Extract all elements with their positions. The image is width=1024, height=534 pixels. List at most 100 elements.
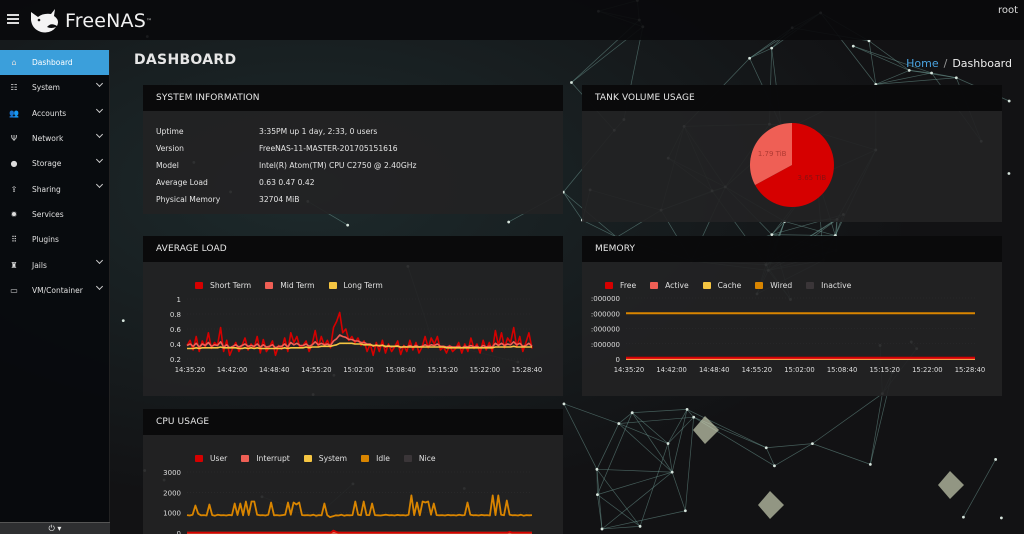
network-node [685,407,689,411]
info-label: Average Load [156,178,208,187]
network-node [638,524,642,528]
chart-legend: Free Active Cache Wired Inactive [605,281,865,290]
y-tick-label: 0 [616,356,620,364]
sidebar-item-label: Jails [32,260,47,270]
sidebar-item-system[interactable]: ☷ System [0,75,109,100]
legend-item[interactable]: System [303,454,348,463]
sliders-icon: ☷ [10,83,18,93]
legend-item[interactable]: Short Term [195,281,251,290]
y-tick-label: 1 [177,296,181,304]
chevron-down-icon[interactable] [95,181,104,189]
gear-icon: ✹ [10,209,18,219]
share-icon: ⇪ [10,184,18,194]
network-icon: Ψ [10,134,18,144]
y-tick-label: 2000 [163,489,181,497]
chevron-down-icon[interactable] [95,130,104,138]
sidebar-item-vm-container[interactable]: ▭ VM/Container [0,278,109,303]
network-node [617,422,621,425]
network-node [868,462,872,466]
card-title: AVERAGE LOAD [143,236,563,262]
legend-label: Cache [717,281,742,290]
x-tick-label: 15:08:40 [385,366,416,374]
sidebar-nav: ⌂ Dashboard ☷ System 👥 Accounts Ψ Network ● Stora… [0,50,109,303]
monitor-icon: ▭ [10,285,18,295]
chevron-down-icon[interactable] [95,257,104,265]
legend-label: Long Term [343,281,383,290]
series-line-user[interactable] [187,529,532,534]
sidebar-item-network[interactable]: Ψ Network [0,126,109,151]
chevron-down-icon[interactable] [95,156,104,164]
x-tick-label: 14:42:00 [217,366,248,374]
breadcrumb-separator: / [943,57,948,70]
legend-item[interactable]: Idle [361,454,390,463]
network-node [851,44,855,48]
series-line-idle[interactable] [186,494,533,518]
breadcrumb-home-link[interactable]: Home [906,57,938,70]
series-line-mid-term[interactable] [186,334,533,349]
pie-slice-label: 3.65 TiB [798,174,827,182]
power-icon: ⏻ ▾ [48,523,62,533]
legend-item[interactable]: Long Term [328,281,383,290]
y-tick-label: 0.8 [170,311,181,319]
network-node [346,223,350,227]
info-value: 0.63 0.47 0.42 [259,178,315,187]
sidebar-item-label: Network [32,134,64,144]
legend-label: System [318,454,348,463]
sidebar-item-dashboard[interactable]: ⌂ Dashboard [0,50,109,76]
freenas-logo[interactable]: FreeNAS ™ [29,8,152,34]
sidebar-item-services[interactable]: ✹ Services [0,202,109,227]
info-label: Version [156,144,184,153]
legend-item[interactable]: Cache [702,281,742,290]
logo-text: FreeNAS [65,10,146,32]
sidebar-item-storage[interactable]: ● Storage [0,151,109,176]
y-tick-label: :000000 [591,295,620,303]
home-icon: ⌂ [11,58,17,68]
legend-swatch [702,282,711,289]
sidebar-item-accounts[interactable]: 👥 Accounts [0,101,109,126]
menu-toggle-icon[interactable] [7,14,19,24]
sidebar-item-label: VM/Container [32,285,83,295]
sidebar-item-label: Sharing [32,184,61,194]
legend-item[interactable]: Active [650,281,689,290]
average-load-card: AVERAGE LOAD Short Term Mid Term Long Term… [143,236,563,396]
memory-line-chart: 0:000000:000000:000000:000000 14:35:20 14:… [591,295,985,374]
x-tick-label: 15:22:00 [912,366,943,374]
system-info-table: Uptime 3:35PM up 1 day, 2:33, 0 users Vers… [156,123,563,208]
x-tick-label: 14:42:00 [656,366,687,374]
info-value: Intel(R) Atom(TM) CPU C2750 @ 2.40GHz [259,161,417,170]
y-tick-label: 0.4 [170,341,182,349]
legend-label: Inactive [821,281,852,290]
legend-label: Free [620,281,637,290]
chevron-down-icon[interactable] [95,105,104,113]
legend-swatch [605,282,613,289]
legend-item[interactable]: Interrupt [241,454,290,463]
sidebar-item-plugins[interactable]: ⠿ Plugins [0,227,109,252]
y-tick-label: :000000 [591,341,620,349]
x-tick-label: 14:55:20 [742,366,773,374]
legend-label: Short Term [210,281,252,290]
sidebar-item-jails[interactable]: ♜ Jails [0,252,109,277]
legend-swatch [403,455,412,462]
legend-item[interactable]: Mid Term [265,281,315,290]
legend-item[interactable]: Nice [403,454,436,463]
legend-swatch [195,455,203,462]
legend-item[interactable]: User [195,454,227,463]
top-bar: FreeNAS ™ root [0,0,1024,40]
power-menu-button[interactable]: ⏻ ▾ [0,522,110,534]
user-menu[interactable]: root [998,5,1018,16]
legend-item[interactable]: Wired [755,281,792,290]
x-tick-label: 15:08:40 [827,366,858,374]
sidebar-item-sharing[interactable]: ⇪ Sharing [0,176,109,201]
network-node [600,527,604,531]
y-tick-label: :000000 [591,326,620,334]
chevron-down-icon[interactable] [95,80,104,88]
legend-item[interactable]: Inactive [806,281,851,290]
chevron-down-icon[interactable] [95,282,104,290]
page-title: DASHBOARD [134,52,237,68]
chart-legend: Short Term Mid Term Long Term [195,281,397,290]
y-tick-label: 3000 [163,469,181,477]
legend-item[interactable]: Free [605,281,636,290]
legend-label: Mid Term [280,281,315,290]
legend-label: User [210,454,228,463]
info-label: Uptime [156,127,184,136]
